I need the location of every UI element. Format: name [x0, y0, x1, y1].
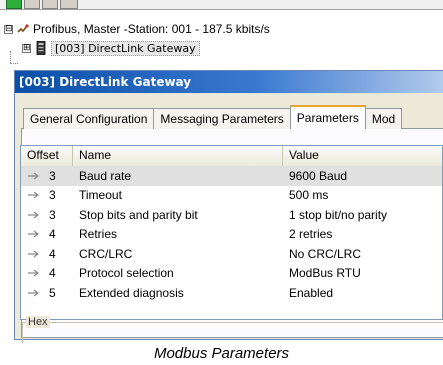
expand-icon[interactable]: ⊞: [22, 43, 31, 53]
offset-value: 5: [49, 285, 56, 300]
cell-offset: 3: [21, 208, 73, 222]
offset-value: 3: [49, 188, 56, 203]
tree-node-label: Profibus, Master -Station: 001 - 187.5 k…: [33, 22, 270, 36]
cell-name: Stop bits and parity bit: [79, 207, 198, 222]
toolbar-button[interactable]: [24, 0, 40, 9]
column-header-offset[interactable]: Offset: [21, 146, 73, 166]
toolbar: [0, 0, 443, 10]
tree-node-label: [003] DirectLink Gateway: [51, 40, 200, 56]
cell-name: Timeout: [79, 188, 122, 203]
collapse-icon[interactable]: ⊟: [4, 24, 13, 34]
table-row[interactable]: 3 Baud rate 9600 Baud: [21, 166, 442, 186]
network-bus-icon: [17, 23, 29, 35]
row-arrow-icon: [28, 269, 39, 277]
offset-value: 3: [49, 207, 56, 222]
tab-modules[interactable]: Mod: [364, 108, 403, 129]
tab-messaging-parameters[interactable]: Messaging Parameters: [153, 108, 291, 129]
table-row[interactable]: 3 Stop bits and parity bit 1 stop bit/no p…: [21, 205, 442, 225]
tab-general-configuration[interactable]: General Configuration: [23, 108, 155, 129]
row-arrow-icon: [28, 191, 39, 199]
tree-connector: [10, 63, 18, 64]
table-row[interactable]: 4 CRC/LRC No CRC/LRC: [21, 244, 442, 264]
cell-offset: 4: [21, 247, 73, 261]
offset-value: 3: [49, 168, 56, 183]
cell-offset: 3: [21, 188, 73, 202]
cell-value[interactable]: ModBus RTU: [283, 266, 442, 280]
column-header-value[interactable]: Value: [283, 146, 442, 166]
offset-value: 4: [49, 246, 56, 261]
figure-caption: Modbus Parameters: [0, 343, 443, 365]
cell-value[interactable]: 2 retries: [283, 227, 442, 241]
table-row[interactable]: 4 Protocol selection ModBus RTU: [21, 264, 442, 284]
row-arrow-icon: [28, 250, 39, 258]
toolbar-button[interactable]: [42, 0, 58, 9]
row-arrow-icon: [28, 172, 39, 180]
cell-offset: 4: [21, 266, 73, 280]
tree-connector: [10, 51, 11, 63]
row-arrow-icon: [28, 211, 39, 219]
parameters-table[interactable]: Offset Name Value 3 Baud rate 9600 Baud 3 Ti…: [20, 145, 443, 320]
hex-group-box: Hex: [22, 316, 443, 343]
dialog-title: [003] DirectLink Gateway: [15, 71, 443, 93]
hex-label: Hex: [26, 316, 50, 328]
cell-offset: 4: [21, 227, 73, 241]
tree-node-profibus-master[interactable]: ⊟ Profibus, Master -Station: 001 - 187.5…: [4, 20, 270, 38]
cell-name: Baud rate: [79, 168, 132, 183]
row-arrow-icon: [28, 230, 39, 238]
tree-node-directlink-gateway[interactable]: ⊞ [003] DirectLink Gateway: [22, 39, 200, 57]
cell-value[interactable]: 9600 Baud: [283, 169, 442, 183]
cell-name: Extended diagnosis: [79, 285, 184, 300]
table-header: Offset Name Value: [21, 146, 442, 166]
table-row[interactable]: 4 Retries 2 retries: [21, 225, 442, 245]
cell-offset: 5: [21, 286, 73, 300]
cell-value[interactable]: 1 stop bit/no parity: [283, 208, 442, 222]
table-row[interactable]: 3 Timeout 500 ms: [21, 186, 442, 206]
device-icon: [35, 41, 47, 55]
offset-value: 4: [49, 227, 56, 242]
cell-value[interactable]: Enabled: [283, 286, 442, 300]
cell-name: CRC/LRC: [79, 246, 133, 261]
offset-value: 4: [49, 266, 56, 281]
cell-name: Protocol selection: [79, 266, 174, 281]
tab-strip: General Configuration Messaging Paramete…: [23, 105, 403, 129]
cell-value[interactable]: 500 ms: [283, 188, 442, 202]
device-tree: ⊟ Profibus, Master -Station: 001 - 187.5…: [0, 18, 443, 64]
tab-parameters[interactable]: Parameters: [289, 105, 366, 129]
toolbar-button-green[interactable]: [6, 0, 22, 9]
cell-offset: 3: [21, 169, 73, 183]
row-arrow-icon: [28, 289, 39, 297]
cell-value[interactable]: No CRC/LRC: [283, 247, 442, 261]
table-row[interactable]: 5 Extended diagnosis Enabled: [21, 283, 442, 303]
table-body: 3 Baud rate 9600 Baud 3 Timeout 500 ms 3 Stop b…: [21, 166, 442, 303]
toolbar-button[interactable]: [60, 0, 78, 9]
column-header-name[interactable]: Name: [73, 146, 283, 166]
cell-name: Retries: [79, 227, 118, 242]
